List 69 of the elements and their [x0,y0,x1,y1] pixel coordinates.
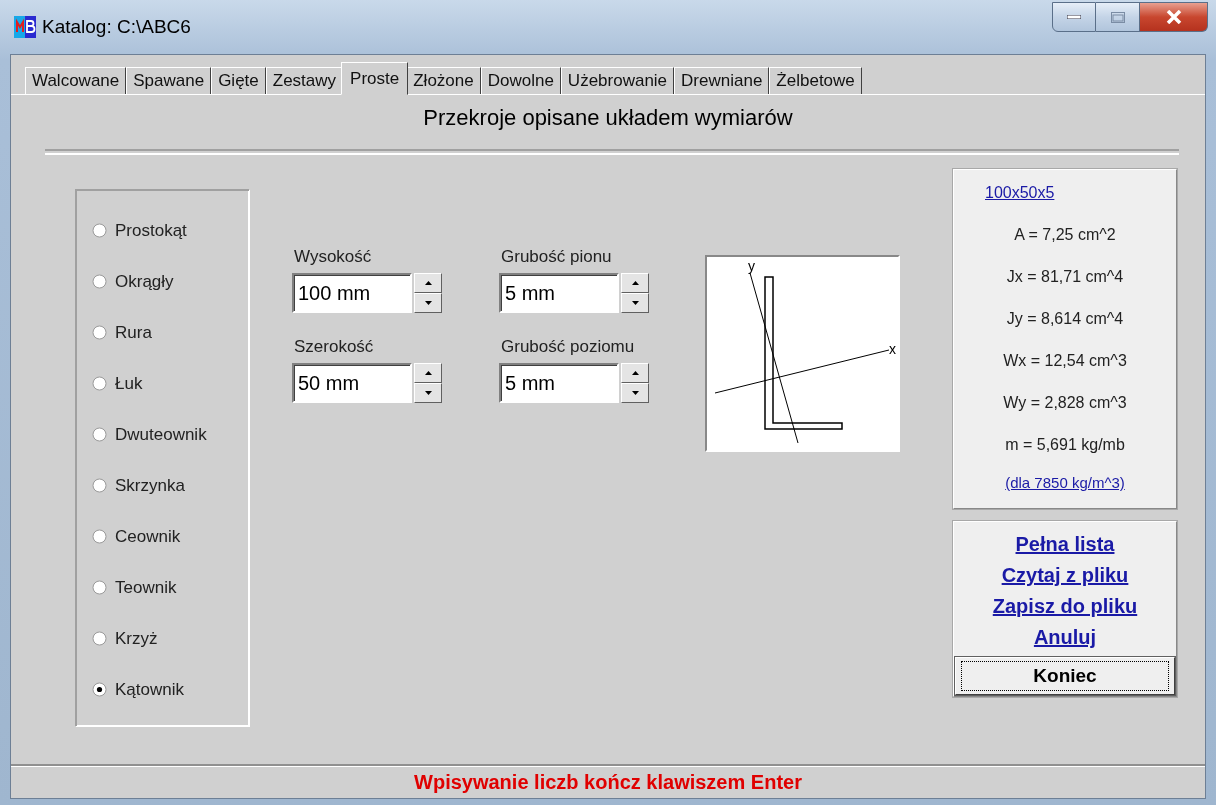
tab[interactable]: Złożone [406,67,481,95]
input-field[interactable]: 5 mm [499,363,619,403]
down-arrow-icon [631,301,639,305]
radio-option[interactable]: Krzyż [92,626,249,651]
radio-option[interactable]: Prostokąt [92,218,249,243]
app-logo-icon [14,16,36,38]
radio-option[interactable]: Łuk [92,371,249,396]
input-field[interactable]: 50 mm [292,363,412,403]
spin-down-button[interactable] [414,383,442,403]
tab[interactable]: Żelbetowe [769,67,862,95]
tab[interactable]: Spawane [126,67,212,95]
up-arrow-icon [424,371,432,375]
up-arrow-icon [631,371,639,375]
action-link[interactable]: Czytaj z pliku [1001,563,1129,587]
down-arrow-icon [631,391,639,395]
action-link[interactable]: Pełna lista [1015,532,1115,556]
up-arrow-icon [631,281,639,285]
section-heading: Przekroje opisane układem wymiarów [423,105,793,131]
radio-option[interactable]: Kątownik [92,677,249,702]
window-title: Katalog: C:\ABC6 [42,16,191,38]
tab[interactable]: Proste [341,62,409,95]
action-link[interactable]: Zapisz do pliku [992,594,1138,618]
spin-down-button[interactable] [621,383,649,403]
down-arrow-icon [424,301,432,305]
field-label: Wysokość [293,247,373,267]
radio-option[interactable]: Skrzynka [92,473,249,498]
minimize-button[interactable] [1052,2,1096,32]
maximize-icon [1110,11,1125,23]
spin-up-button[interactable] [621,273,649,293]
spin-up-button[interactable] [621,363,649,383]
property-value: Wy = 2,828 cm^3 [1003,394,1127,412]
spin-down-button[interactable] [621,293,649,313]
property-value: Jy = 8,614 cm^4 [1006,310,1124,328]
field-label: Grubość poziomu [500,337,636,357]
density-link[interactable]: (dla 7850 kg/m^3) [1005,474,1125,491]
axis-label: y [748,258,755,274]
input-field[interactable]: 100 mm [292,273,412,313]
field-label: Szerokość [293,337,375,357]
profile-link[interactable]: 100x50x5 [985,184,1055,202]
property-value: A = 7,25 cm^2 [1014,226,1116,244]
tab[interactable]: Zestawy [265,67,344,95]
tab[interactable]: Gięte [211,67,266,95]
maximize-button[interactable] [1096,2,1140,32]
radio-option[interactable]: Teownik [92,575,249,600]
up-arrow-icon [424,281,432,285]
close-button[interactable] [1140,2,1208,32]
spin-up-button[interactable] [414,363,442,383]
property-value: Wx = 12,54 cm^3 [1003,352,1127,370]
tab[interactable]: Walcowane [25,67,127,95]
tab[interactable]: Drewniane [674,67,770,95]
radio-option[interactable]: Rura [92,320,249,345]
field-label: Grubość pionu [500,247,613,267]
spin-down-button[interactable] [414,293,442,313]
radio-option[interactable]: Ceownik [92,524,249,549]
close-icon [1165,10,1182,24]
status-text: Wpisywanie liczb kończ klawiszem Enter [414,770,802,794]
input-field[interactable]: 5 mm [499,273,619,313]
spin-up-button[interactable] [414,273,442,293]
down-arrow-icon [424,391,432,395]
end-button[interactable]: Koniec [954,656,1176,696]
property-value: Jx = 81,71 cm^4 [1006,268,1124,286]
tab[interactable]: Dowolne [480,67,561,95]
property-value: m = 5,691 kg/mb [1005,436,1125,454]
radio-option[interactable]: Dwuteownik [92,422,249,447]
axis-label: x [889,341,896,357]
action-link[interactable]: Anuluj [1033,625,1097,649]
tab[interactable]: Użebrowanie [560,67,675,95]
minimize-icon [1067,15,1081,19]
radio-option[interactable]: Okrągły [92,269,249,294]
